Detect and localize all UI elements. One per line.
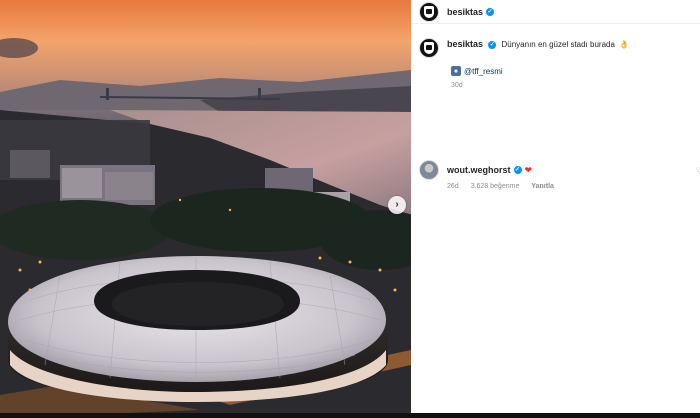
author-avatar[interactable] [419, 1, 439, 22]
comment-meta: 26d 3.628 beğenme Yanıtla [447, 183, 700, 190]
bottom-edge [0, 413, 411, 418]
besiktas-crest-icon [424, 42, 434, 54]
commenter-avatar[interactable] [419, 160, 439, 180]
reply-button[interactable]: Yanıtla [531, 183, 554, 190]
caption-author-avatar[interactable] [419, 38, 439, 58]
bottom-edge-right [411, 413, 700, 418]
stadium-photo-illustration [0, 0, 411, 418]
post-photo[interactable]: › [0, 0, 411, 418]
verified-badge-icon: ✓ [488, 40, 497, 49]
mention-line: ● @tff_resmi [451, 66, 694, 76]
verified-badge-icon: ✓ [486, 7, 495, 16]
carousel-next-button[interactable]: › [388, 196, 406, 214]
heart-emoji-icon: ❤ [524, 164, 533, 175]
person-tag-icon: ● [451, 66, 461, 76]
chevron-right-icon: › [395, 199, 399, 210]
post-caption: besiktas ✓ Dünyanın en güzel stadı burad… [419, 38, 694, 89]
comment-timestamp[interactable]: 26d [447, 183, 459, 190]
comment-username[interactable]: wout.weghorst [447, 165, 511, 175]
verified-badge-icon: ✓ [513, 166, 522, 174]
caption-text: Dünyanın en güzel stadı burada [501, 40, 615, 49]
mention-link[interactable]: @tff_resmi [464, 67, 503, 76]
besiktas-crest-icon [424, 5, 434, 18]
ok-hand-emoji-icon: 👌 [619, 40, 630, 49]
post-timestamp[interactable]: 30d [451, 82, 694, 89]
header-username[interactable]: besiktas [447, 7, 483, 17]
comment-likes-count[interactable]: 3.628 beğenme [471, 183, 520, 190]
caption-username[interactable]: besiktas [447, 39, 483, 49]
comment-item: wout.weghorst ✓ ❤ 26d 3.628 beğenme Yanı… [419, 160, 700, 190]
post-header: besiktas ✓ [411, 0, 700, 24]
like-heart-icon[interactable]: ♡ [696, 166, 700, 177]
post-side-panel: besiktas ✓ besiktas ✓ Dünyanın en güzel … [411, 0, 700, 418]
